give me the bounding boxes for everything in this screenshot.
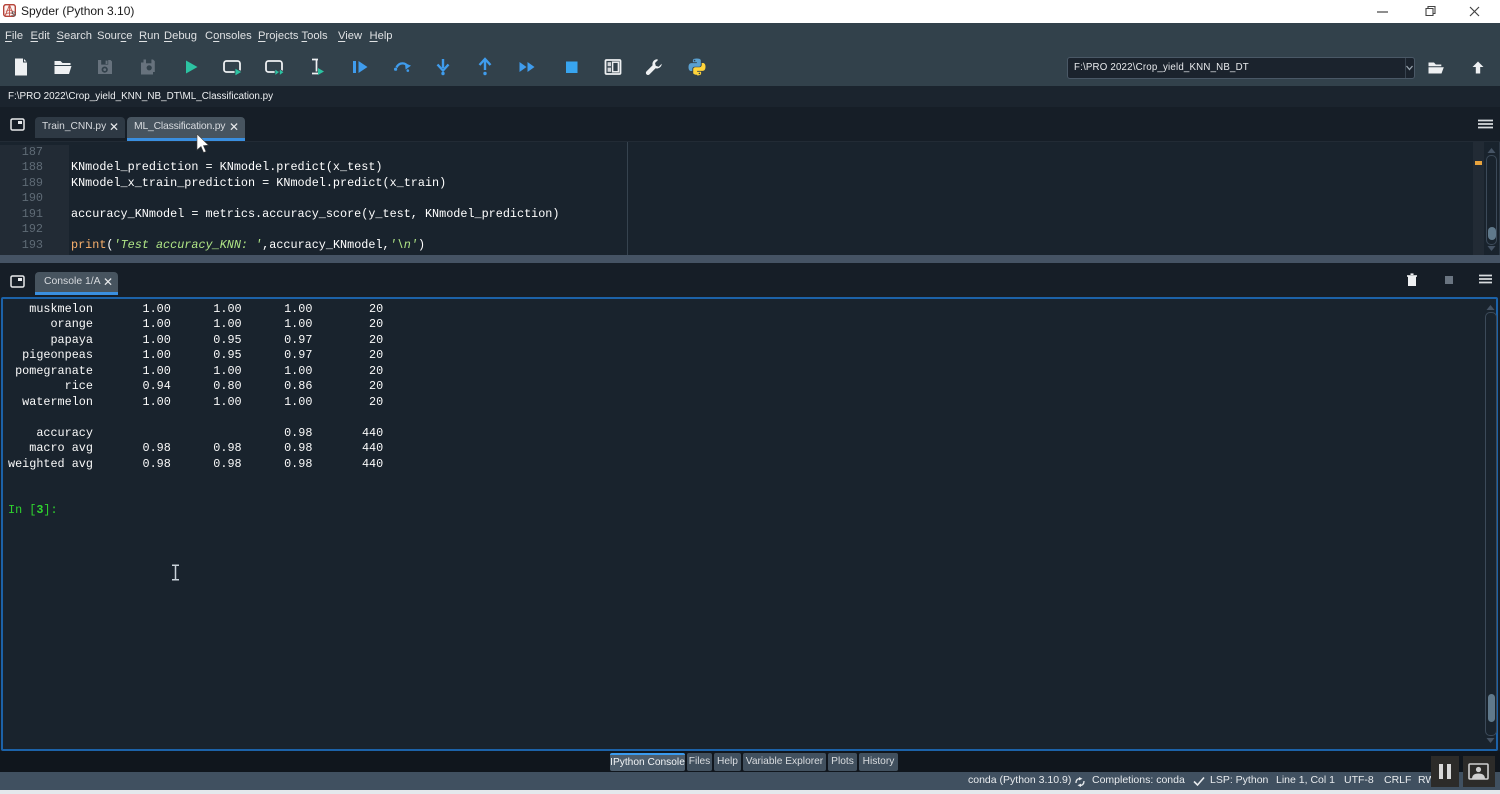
svg-text:S: S: [11, 10, 16, 17]
